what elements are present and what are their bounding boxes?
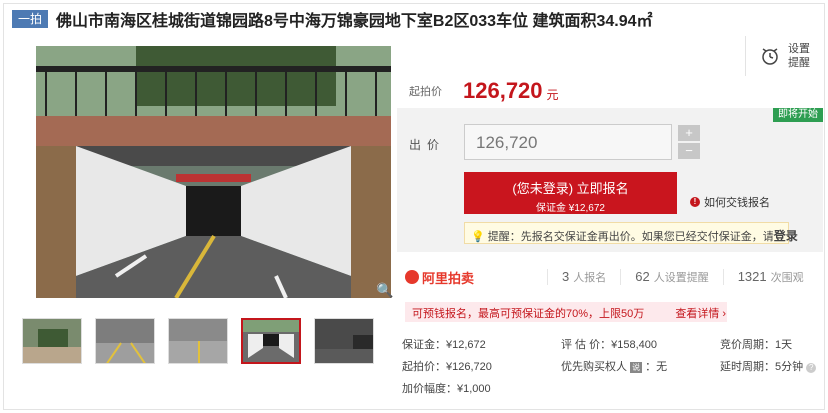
thumbnail[interactable]	[168, 318, 228, 364]
how-to-pay-link[interactable]: ! 如何交钱报名	[690, 194, 770, 210]
page-title: 佛山市南海区桂城街道锦园路8号中海万锦豪园地下室B2区033车位 建筑面积34.…	[56, 13, 653, 30]
info-icon: !	[690, 197, 700, 207]
reminder-button[interactable]: 设置 提醒	[745, 36, 825, 76]
title-row: 一拍 佛山市南海区桂城街道锦园路8号中海万锦豪园地下室B2区033车位 建筑面积…	[12, 9, 653, 30]
delay-info: 延时周期：5分钟 ?	[720, 358, 817, 374]
decrease-bid-button[interactable]: −	[678, 143, 700, 159]
starting-price-label: 起拍价	[409, 86, 442, 98]
stat-views: 1321 次围观	[722, 269, 818, 285]
stat-label: 人报名	[573, 272, 607, 284]
how-to-pay-text: 如何交钱报名	[704, 197, 770, 209]
help-icon[interactable]: ?	[806, 363, 817, 373]
starting-price-unit: 元	[546, 87, 559, 102]
loan-banner: 可预钱报名，最高可预保证金的70%，上限50万 查看详情 ›	[405, 302, 727, 322]
stat-number: 62	[635, 269, 650, 284]
signup-button[interactable]: (您未登录) 立即报名 保证金 ¥12,672	[464, 172, 677, 214]
thumbnail-strip	[22, 318, 374, 364]
stats-bar: 阿里拍卖 3 人报名 62 人设置提醒 1321 次围观	[397, 262, 825, 292]
zoom-icon[interactable]: 🔍	[376, 282, 393, 299]
stat-signups: 3 人报名	[547, 269, 620, 285]
stat-number: 1321	[737, 269, 767, 284]
priority-label: 优先购买权人	[561, 361, 627, 373]
bid-label: 出价	[409, 138, 446, 152]
brand-name: 阿里拍卖	[422, 270, 475, 286]
login-tip: 💡 提醒：先报名交保证金再出价。如果您已经交付保证金，请登录	[464, 222, 798, 244]
stat-reminders: 62 人设置提醒	[620, 269, 722, 285]
tip-text: 提醒：先报名交保证金再出价。如果您已经交付保证金，请	[487, 231, 774, 243]
login-link[interactable]: 登录	[774, 229, 798, 243]
reminder-label-line1: 设置	[788, 43, 810, 55]
reminder-label: 设置 提醒	[788, 42, 810, 70]
stat-label: 人设置提醒	[653, 272, 709, 284]
delay-text: 延时周期：5分钟	[720, 361, 804, 373]
signup-button-label: (您未登录) 立即报名	[512, 181, 629, 196]
stat-label: 次围观	[770, 272, 804, 284]
brand-mark-icon	[405, 270, 419, 284]
priority-value: ：无	[645, 361, 668, 373]
deposit-info: 保证金：¥12,672	[402, 339, 486, 351]
bid-amount-input[interactable]: 126,720	[464, 124, 672, 160]
loan-text: 可预钱报名，最高可预保证金的70%，上限50万	[412, 308, 645, 320]
increase-bid-button[interactable]: +	[678, 125, 700, 141]
main-photo[interactable]	[36, 46, 391, 298]
thumbnail[interactable]	[314, 318, 374, 364]
priority-info: 优先购买权人 说 ：无	[561, 358, 667, 374]
stat-number: 3	[562, 269, 570, 284]
bid-panel: 即将开始 出价 126,720 + − (您未登录) 立即报名 保证金 ¥12,…	[397, 108, 823, 252]
thumbnail[interactable]	[95, 318, 155, 364]
signup-button-deposit: 保证金 ¥12,672	[536, 203, 605, 214]
brand-logo: 阿里拍卖	[397, 268, 547, 287]
appraisal-info: 评 估 价：¥158,400	[561, 339, 657, 351]
starting-price-value: 126,720	[463, 78, 543, 103]
period-info: 竞价周期：1天	[720, 339, 793, 351]
auction-round-tag: 一拍	[12, 10, 49, 28]
thumbnail-active[interactable]	[241, 318, 301, 364]
status-badge: 即将开始	[773, 108, 823, 122]
thumbnail[interactable]	[22, 318, 82, 364]
loan-details-link[interactable]: 查看详情 ›	[675, 308, 726, 320]
alarm-clock-icon	[762, 48, 778, 65]
reminder-label-line2: 提醒	[788, 57, 810, 69]
start-price-info: 起拍价：¥126,720	[402, 361, 492, 373]
increment-info: 加价幅度：¥1,000	[402, 383, 491, 395]
priority-badge: 说	[630, 362, 643, 373]
lightbulb-icon: 💡	[471, 231, 485, 243]
starting-price-row: 起拍价 126,720 元	[397, 74, 825, 108]
